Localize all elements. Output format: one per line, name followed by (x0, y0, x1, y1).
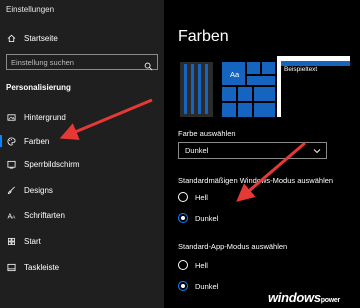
watermark-logo: windowspower (268, 290, 340, 305)
radio-button[interactable] (178, 192, 188, 202)
radio-label: Hell (195, 192, 208, 202)
nav-home-label: Startseite (24, 33, 58, 43)
radio-label: Dunkel (195, 213, 219, 223)
app-mode-hell[interactable]: Hell (178, 259, 208, 271)
svg-text:A: A (12, 214, 16, 219)
watermark-brand: windows (268, 290, 321, 305)
radio-button[interactable] (178, 260, 188, 270)
sidebar-item-label: Schriftarten (24, 210, 65, 220)
windows-mode-hell[interactable]: Hell (178, 191, 208, 203)
sidebar: Einstellungen Startseite Personalisierun… (0, 0, 164, 308)
nav-home[interactable]: Startseite (0, 29, 164, 47)
preview-sample-text: Beispieltext (284, 66, 318, 73)
font-icon: AA (7, 211, 16, 219)
sidebar-item-label: Hintergrund (24, 112, 66, 122)
radio-label: Hell (195, 260, 208, 270)
sidebar-item-hintergrund[interactable]: Hintergrund (0, 108, 164, 126)
sidebar-item-start[interactable]: Start (0, 232, 164, 250)
color-dropdown-value: Dunkel (185, 146, 209, 155)
start-icon (7, 237, 16, 246)
sidebar-item-label: Designs (24, 185, 53, 195)
radio-button-checked[interactable] (178, 281, 188, 291)
radio-button-checked[interactable] (178, 213, 188, 223)
watermark-suffix: power (320, 297, 340, 304)
chevron-down-icon (313, 149, 321, 154)
preview-tile-label: Aa (230, 70, 240, 79)
lockscreen-icon (7, 160, 16, 169)
windows-mode-label: Standardmäßigen Windows-Modus auswählen (178, 176, 334, 185)
color-preview: Aa Beispieltext (178, 55, 350, 117)
image-icon (7, 113, 16, 122)
section-heading: Personalisierung (6, 83, 71, 92)
palette-icon (7, 136, 16, 146)
brush-icon (7, 186, 16, 195)
page-title: Farben (178, 28, 229, 45)
taskbar-icon (7, 263, 16, 272)
app-title: Einstellungen (6, 5, 55, 14)
sidebar-item-farben[interactable]: Farben (0, 132, 164, 150)
app-mode-dunkel[interactable]: Dunkel (178, 280, 218, 292)
color-dropdown[interactable]: Dunkel (178, 142, 327, 159)
sidebar-item-sperrbildschirm[interactable]: Sperrbildschirm (0, 155, 164, 173)
app-mode-label: Standard-App-Modus auswählen (178, 242, 288, 251)
search-input[interactable] (7, 57, 141, 67)
search-field[interactable] (6, 54, 158, 71)
sidebar-item-label: Start (24, 236, 41, 246)
radio-label: Dunkel (195, 281, 219, 291)
search-icon[interactable] (144, 58, 153, 71)
sidebar-item-label: Farben (24, 136, 50, 146)
home-icon (7, 34, 16, 43)
sidebar-item-designs[interactable]: Designs (0, 181, 164, 199)
sidebar-item-taskleiste[interactable]: Taskleiste (0, 258, 164, 276)
sidebar-item-label: Taskleiste (24, 262, 60, 272)
color-select-label: Farbe auswählen (178, 129, 236, 138)
sidebar-item-label: Sperrbildschirm (24, 159, 80, 169)
sidebar-item-schriftarten[interactable]: AA Schriftarten (0, 206, 164, 224)
windows-mode-dunkel[interactable]: Dunkel (178, 212, 218, 224)
